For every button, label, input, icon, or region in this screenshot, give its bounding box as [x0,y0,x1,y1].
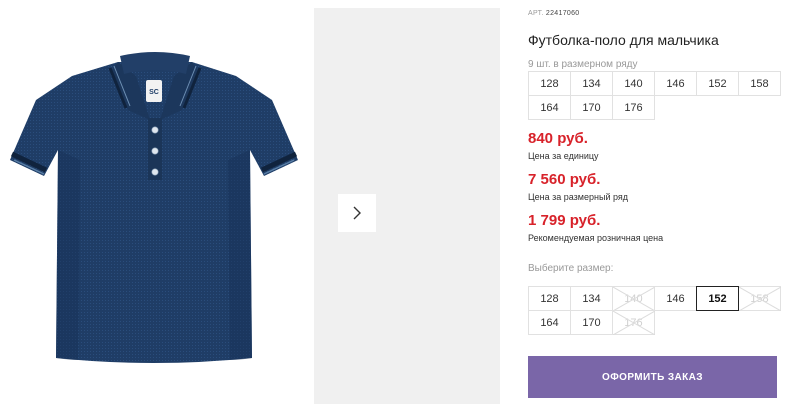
polo-shirt-image: SC [10,52,298,363]
price-size-row: 7 560 руб. [528,171,601,188]
size-option-label: 164 [540,316,559,329]
size-option-170[interactable]: 170 [570,310,613,335]
size-row-cell: 140 [612,71,655,96]
size-option-label: 170 [582,316,601,329]
size-option-label: 134 [582,292,601,305]
unavailable-cross-icon [739,287,781,311]
svg-text:SC: SC [149,89,159,96]
size-option-label: 146 [666,292,685,305]
size-option-164[interactable]: 164 [528,310,571,335]
size-option-134[interactable]: 134 [570,286,613,311]
size-option-176: 176 [612,310,655,335]
size-row-cell: 134 [570,71,613,96]
chevron-right-icon [353,206,361,220]
size-option-140: 140 [612,286,655,311]
size-selector: 128 134 140 146 152 158 164 170 176 [528,286,781,335]
next-photo-button[interactable] [338,194,376,232]
size-row-cell: 158 [738,71,781,96]
price-retail: 1 799 руб. [528,212,601,229]
place-order-button[interactable]: ОФОРМИТЬ ЗАКАЗ [528,356,777,398]
article-value: 22417060 [545,10,580,17]
size-row-cell: 176 [612,95,655,120]
size-row-cell: 164 [528,95,571,120]
price-unit: 840 руб. [528,130,588,147]
price-unit-note: Цена за единицу [528,151,599,161]
size-row-count: 9 шт. в размерном ряду [528,59,638,70]
size-option-152[interactable]: 152 [696,286,739,311]
price-retail-note: Рекомендуемая розничная цена [528,233,664,243]
size-row-cell: 146 [654,71,697,96]
size-row-cell: 152 [696,71,739,96]
size-option-label: 152 [708,292,727,305]
size-option-label: 128 [540,292,559,305]
size-option-146[interactable]: 146 [654,286,697,311]
unavailable-cross-icon [613,287,655,311]
product-main-photo[interactable]: SC [0,0,310,404]
size-option-158: 158 [738,286,781,311]
size-row-cell: 170 [570,95,613,120]
size-row-cell: 128 [528,71,571,96]
size-row-grid: 128 134 140 146 152 158 164 170 176 [528,71,781,120]
product-title: Футболка-поло для мальчика [528,32,719,48]
product-info-panel: АРТ. 22417060 Футболка-поло для мальчика… [528,0,800,404]
price-size-row-note: Цена за размерный ряд [528,192,629,202]
unavailable-cross-icon [613,311,655,335]
article-label: АРТ. [528,10,544,17]
article-number: АРТ. 22417060 [528,10,579,17]
choose-size-label: Выберите размер: [528,263,614,274]
size-option-128[interactable]: 128 [528,286,571,311]
